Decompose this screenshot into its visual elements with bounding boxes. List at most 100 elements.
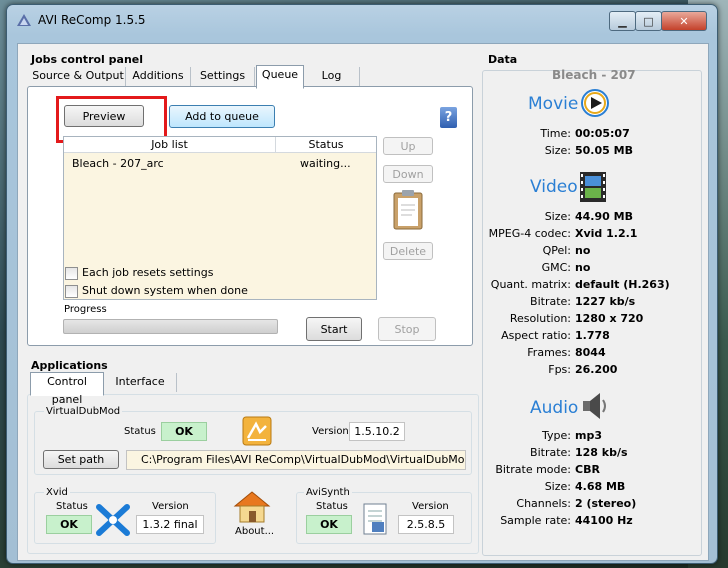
avisynth-script-icon [363, 503, 387, 535]
xvid-logo-icon [96, 504, 130, 536]
jobs-panel-title: Jobs control panel [31, 53, 144, 66]
video-fps-label: Fps: [548, 363, 571, 376]
tab-additions[interactable]: Additions [126, 67, 191, 86]
video-codec-label: MPEG-4 codec: [488, 227, 571, 240]
job-status[interactable]: waiting... [300, 157, 351, 170]
tab-settings[interactable]: Settings [191, 67, 255, 86]
help-icon[interactable]: ? [440, 107, 457, 128]
xvid-group-title: Xvid [44, 487, 70, 498]
progress-bar [63, 319, 278, 334]
audio-bitrate-value: 128 kb/s [575, 446, 628, 459]
down-button[interactable]: Down [383, 165, 433, 183]
shutdown-label: Shut down system when done [82, 284, 248, 297]
audio-sample-rate-label: Sample rate: [500, 514, 571, 527]
audio-type-value: mp3 [575, 429, 602, 442]
main-client-area: Jobs control panel Source & Output Addit… [17, 43, 709, 561]
video-quant-label: Quant. matrix: [490, 278, 571, 291]
job-list-header[interactable]: Job list [64, 137, 276, 153]
maximize-icon: □ [643, 14, 654, 28]
each-job-resets-label: Each job resets settings [82, 266, 214, 279]
avisynth-version-label: Version [412, 501, 449, 512]
movie-size-value: 50.05 MB [575, 144, 633, 157]
about-label[interactable]: About... [235, 526, 274, 537]
movie-time-label: Time: [540, 127, 571, 140]
xvid-status-badge: OK [46, 515, 92, 534]
title-bar[interactable]: AVI ReComp 1.5.5 ▁ □ ✕ [7, 5, 717, 35]
tab-source-output[interactable]: Source & Output [31, 67, 126, 86]
video-fps-value: 26.200 [575, 363, 618, 376]
tab-control-panel[interactable]: Control panel [30, 372, 104, 406]
app-logo-icon [17, 14, 31, 26]
xvid-version-label: Version [152, 501, 189, 512]
video-codec-value: Xvid 1.2.1 [575, 227, 638, 240]
clipboard-icon [393, 190, 423, 230]
add-to-queue-button[interactable]: Add to queue [169, 105, 275, 128]
tab-queue[interactable]: Queue [256, 65, 304, 89]
video-frames-label: Frames: [527, 346, 571, 359]
video-resolution-value: 1280 x 720 [575, 312, 644, 325]
video-bitrate-label: Bitrate: [530, 295, 571, 308]
audio-heading: Audio [530, 398, 579, 418]
video-size-label: Size: [544, 210, 571, 223]
movie-heading: Movie [528, 94, 579, 114]
video-frames-value: 8044 [575, 346, 606, 359]
movie-play-icon [581, 89, 609, 117]
file-name: Bleach - 207 [552, 68, 636, 82]
delete-button[interactable]: Delete [383, 242, 433, 260]
start-button[interactable]: Start [306, 317, 362, 341]
video-aspect-value: 1.778 [575, 329, 610, 342]
minimize-button[interactable]: ▁ [609, 11, 636, 31]
vdm-version-value: 1.5.10.2 [349, 422, 405, 441]
video-gmc-value: no [575, 261, 591, 274]
up-button[interactable]: Up [383, 137, 433, 155]
video-size-value: 44.90 MB [575, 210, 633, 223]
virtualdubmod-icon [242, 416, 272, 446]
audio-sample-rate-value: 44100 Hz [575, 514, 633, 527]
video-film-icon [580, 172, 606, 202]
close-icon: ✕ [679, 14, 689, 28]
audio-speaker-icon [583, 393, 606, 419]
xvid-status-label: Status [56, 501, 88, 512]
video-qpel-label: QPel: [542, 244, 571, 257]
audio-size-label: Size: [544, 480, 571, 493]
audio-bitrate-label: Bitrate: [530, 446, 571, 459]
video-quant-value: default (H.263) [575, 278, 670, 291]
audio-type-label: Type: [542, 429, 571, 442]
set-path-button[interactable]: Set path [43, 450, 119, 469]
xvid-version-value: 1.3.2 final [136, 515, 204, 534]
avisynth-group-title: AviSynth [304, 487, 352, 498]
vdm-status-label: Status [124, 426, 156, 437]
video-heading: Video [530, 177, 578, 197]
about-house-icon[interactable] [233, 490, 271, 524]
movie-time-value: 00:05:07 [575, 127, 630, 140]
stop-button[interactable]: Stop [378, 317, 436, 341]
audio-bitrate-mode-value: CBR [575, 463, 600, 476]
movie-size-label: Size: [544, 144, 571, 157]
app-window: AVI ReComp 1.5.5 ▁ □ ✕ Jobs control pane… [6, 4, 718, 564]
avisynth-status-badge: OK [306, 515, 352, 534]
vdm-path-field[interactable]: C:\Program Files\AVI ReComp\VirtualDubMo… [126, 450, 466, 470]
audio-channels-value: 2 (stereo) [575, 497, 637, 510]
shutdown-checkbox[interactable] [65, 285, 78, 298]
maximize-button[interactable]: □ [635, 11, 662, 31]
tab-interface[interactable]: Interface [104, 373, 177, 392]
audio-size-value: 4.68 MB [575, 480, 626, 493]
job-name[interactable]: Bleach - 207_arc [72, 157, 164, 170]
video-gmc-label: GMC: [541, 261, 571, 274]
applications-title: Applications [31, 359, 108, 372]
video-aspect-label: Aspect ratio: [501, 329, 571, 342]
avisynth-version-value: 2.5.8.5 [398, 515, 454, 534]
video-bitrate-value: 1227 kb/s [575, 295, 636, 308]
close-button[interactable]: ✕ [661, 11, 707, 31]
audio-channels-label: Channels: [516, 497, 571, 510]
avisynth-status-label: Status [316, 501, 348, 512]
video-resolution-label: Resolution: [509, 312, 571, 325]
tab-log[interactable]: Log [304, 67, 360, 86]
status-header[interactable]: Status [276, 137, 376, 153]
window-title: AVI ReComp 1.5.5 [38, 13, 146, 27]
progress-label: Progress [64, 304, 107, 315]
data-panel-title: Data [488, 53, 518, 66]
each-job-resets-checkbox[interactable] [65, 267, 78, 280]
audio-bitrate-mode-label: Bitrate mode: [495, 463, 571, 476]
vdm-status-badge: OK [161, 422, 207, 441]
